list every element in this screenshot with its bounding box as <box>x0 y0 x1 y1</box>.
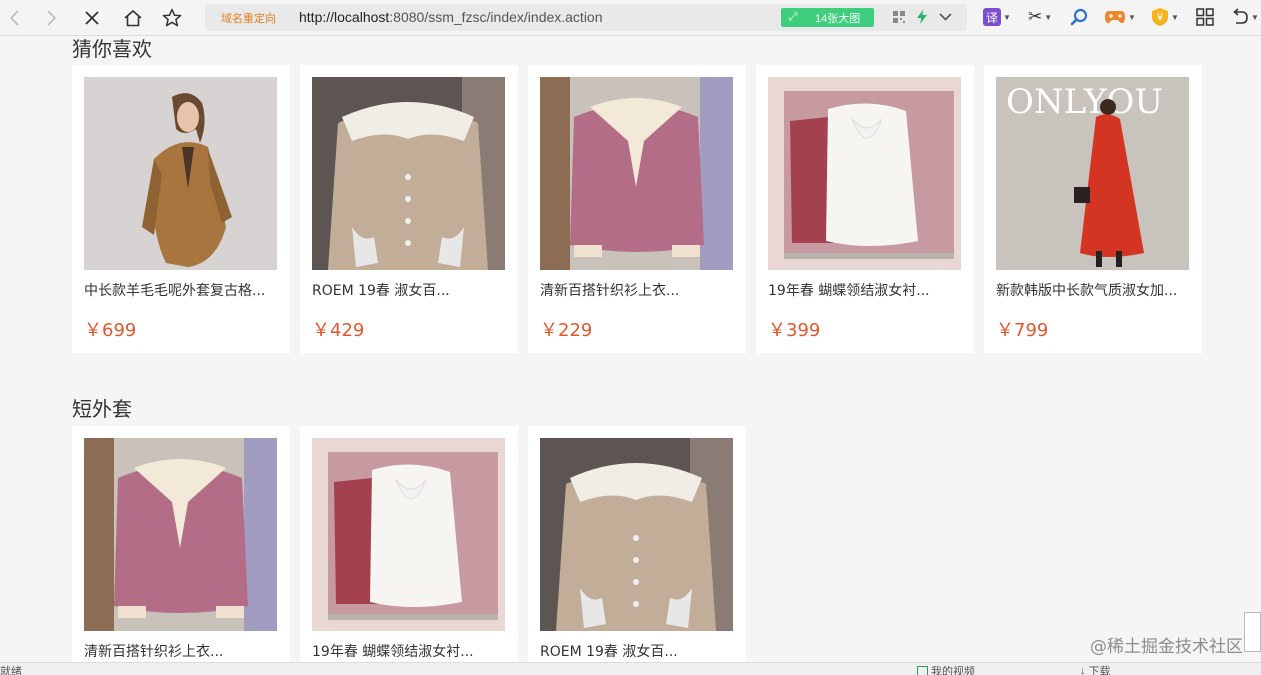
search-button[interactable] <box>1070 6 1088 28</box>
chevron-down-icon: ▼ <box>1044 12 1053 22</box>
download-icon: ↓ <box>1080 665 1086 675</box>
status-bar: 就绪 我的视频 ↓ 下载 <box>0 662 1261 675</box>
product-image[interactable]: ONLYOU <box>996 77 1189 270</box>
product-image[interactable] <box>312 77 505 270</box>
screenshot-button[interactable]: ✂ ▼ <box>1028 6 1052 28</box>
lightning-icon[interactable] <box>914 9 930 25</box>
address-bar[interactable]: 域名重定向 http://localhost:8080/ssm_fzsc/ind… <box>205 4 967 31</box>
product-card[interactable]: 19年春 蝴蝶领结淑女衬... <box>300 426 518 662</box>
search-icon <box>1070 8 1088 26</box>
scissors-icon: ✂ <box>1028 7 1043 26</box>
browser-toolbar: 域名重定向 http://localhost:8080/ssm_fzsc/ind… <box>0 0 1261 36</box>
game-button[interactable]: ▼ <box>1104 6 1136 28</box>
translate-button[interactable]: 译 ▼ <box>983 6 1011 28</box>
apps-button[interactable] <box>1196 6 1214 28</box>
product-image[interactable] <box>540 438 733 631</box>
back-icon[interactable] <box>0 4 28 32</box>
chevron-down-icon[interactable] <box>937 9 953 25</box>
product-card[interactable]: ROEM 19春 淑女百... ￥429 <box>300 65 518 353</box>
chevron-down-icon: ▼ <box>1171 12 1179 22</box>
shield-yen-icon: ¥ <box>1152 8 1168 26</box>
product-name[interactable]: 清新百搭针织衫上衣... <box>540 280 735 300</box>
redirect-label: 域名重定向 <box>221 13 276 25</box>
product-price: ￥699 <box>84 320 137 341</box>
product-card[interactable]: ONLYOU 新款韩版中长款气质淑女加... ￥799 <box>984 65 1202 353</box>
product-card[interactable]: 清新百搭针织衫上衣... <box>72 426 290 662</box>
big-pictures-button[interactable]: ⤢ 14张大图 <box>781 8 874 27</box>
gamepad-icon <box>1105 11 1125 24</box>
product-image[interactable] <box>540 77 733 270</box>
product-price: ￥399 <box>768 320 821 341</box>
product-image[interactable] <box>84 77 277 270</box>
my-video-button[interactable]: 我的视频 <box>917 663 975 675</box>
product-name[interactable]: 新款韩版中长款气质淑女加... <box>996 280 1191 300</box>
product-card[interactable]: 19年春 蝴蝶领结淑女衬... ￥399 <box>756 65 974 353</box>
broken-image-icon <box>1244 612 1261 652</box>
product-price: ￥229 <box>540 320 593 341</box>
chevron-down-icon: ▼ <box>1251 12 1259 22</box>
qr-code-icon[interactable] <box>891 9 907 25</box>
svg-text:ONLYOU: ONLYOU <box>1006 82 1163 122</box>
expand-icon: ⤢ <box>788 11 798 23</box>
wallet-button[interactable]: ¥ ▼ <box>1151 6 1179 28</box>
chevron-down-icon: ▼ <box>1003 12 1011 22</box>
svg-text:¥: ¥ <box>1157 11 1164 24</box>
product-card[interactable]: ROEM 19春 淑女百... <box>528 426 746 662</box>
product-name[interactable]: 19年春 蝴蝶领结淑女衬... <box>768 280 963 300</box>
product-name[interactable]: ROEM 19春 淑女百... <box>312 280 507 300</box>
translate-icon: 译 <box>983 8 1001 26</box>
product-image[interactable] <box>84 438 277 631</box>
undo-icon <box>1233 8 1248 24</box>
favorite-star-icon[interactable] <box>158 4 186 32</box>
product-name[interactable]: 清新百搭针织衫上衣... <box>84 641 279 661</box>
stop-icon[interactable] <box>78 4 106 32</box>
download-button[interactable]: ↓ 下载 <box>1080 663 1111 675</box>
video-icon <box>917 666 928 675</box>
forward-icon[interactable] <box>38 4 66 32</box>
status-text: 就绪 <box>0 666 22 675</box>
product-name[interactable]: 中长款羊毛毛呢外套复古格... <box>84 280 279 300</box>
product-image[interactable] <box>768 77 961 270</box>
home-icon[interactable] <box>119 4 147 32</box>
section-title-guess-you-like: 猜你喜欢 <box>72 37 152 61</box>
grid-icon <box>1196 8 1214 26</box>
product-name[interactable]: ROEM 19春 淑女百... <box>540 641 735 661</box>
chevron-down-icon: ▼ <box>1128 12 1136 22</box>
section-title-short-jacket: 短外套 <box>72 397 132 421</box>
product-name[interactable]: 19年春 蝴蝶领结淑女衬... <box>312 641 507 661</box>
product-card[interactable]: 清新百搭针织衫上衣... ￥229 <box>528 65 746 353</box>
product-image[interactable] <box>312 438 505 631</box>
url-text[interactable]: http://localhost:8080/ssm_fzsc/index/ind… <box>299 9 603 25</box>
product-price: ￥429 <box>312 320 365 341</box>
watermark: @稀土掘金技术社区 <box>1090 637 1243 657</box>
product-card[interactable]: 中长款羊毛毛呢外套复古格... ￥699 <box>72 65 290 353</box>
undo-button[interactable]: ▼ <box>1231 6 1259 28</box>
product-price: ￥799 <box>996 320 1049 341</box>
